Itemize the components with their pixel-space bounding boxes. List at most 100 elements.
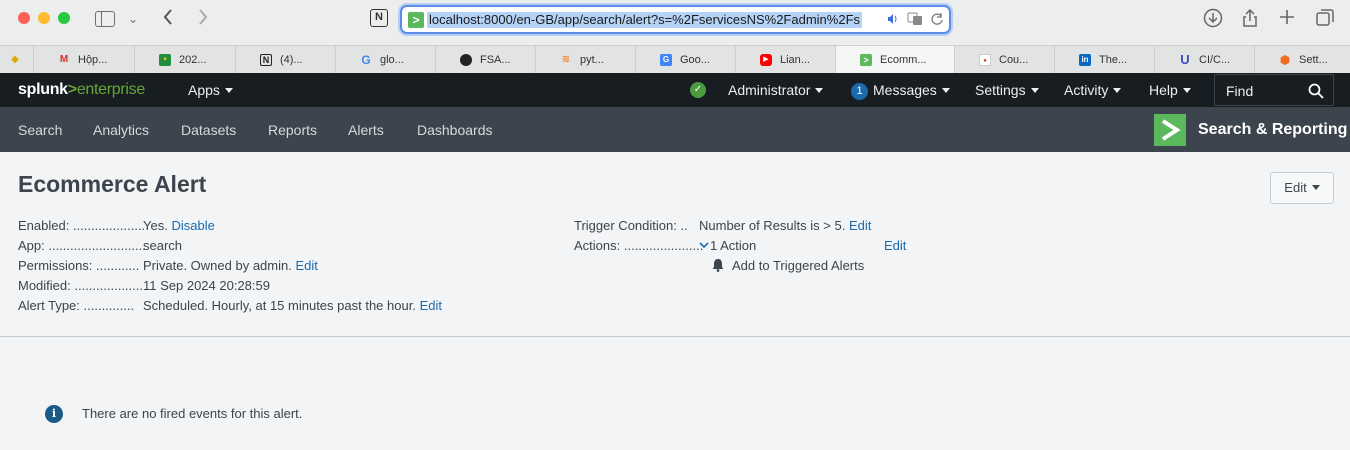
window-minimize-button[interactable] [38, 12, 50, 24]
gmail-icon: M [59, 54, 69, 65]
user-label: Administrator [728, 82, 811, 98]
edit-button-label: Edit [1284, 180, 1307, 195]
search-app-logo-icon[interactable] [1154, 114, 1186, 146]
browser-tab[interactable]: M Hộp... [33, 46, 134, 74]
action-item-triggered-alerts: Add to Triggered Alerts [732, 258, 865, 273]
user-menu[interactable]: Administrator [728, 82, 824, 98]
nav-datasets[interactable]: Datasets [181, 122, 236, 138]
back-icon[interactable] [158, 8, 178, 30]
nav-dashboards[interactable]: Dashboards [417, 122, 493, 138]
tab-label: FSA... [480, 54, 511, 66]
browser-tab[interactable]: U CI/C... [1154, 46, 1254, 74]
find-input[interactable]: Find [1214, 74, 1334, 106]
browser-tab[interactable]: ● Cou... [954, 46, 1054, 74]
nav-reports[interactable]: Reports [268, 122, 317, 138]
tab-label: Cou... [999, 54, 1029, 66]
messages-menu[interactable]: 1 Messages [851, 82, 950, 100]
activity-menu[interactable]: Activity [1064, 82, 1122, 98]
browser-tab[interactable]: FSA... [435, 46, 535, 74]
splunk-logo[interactable]: splunk>enterprise [18, 81, 145, 99]
app-label: App: ........................... [18, 238, 146, 253]
no-events-message: There are no fired events for this alert… [82, 406, 303, 421]
browser-toolbar: ⌄ N > localhost:8000/en-GB/app/search/al… [0, 0, 1350, 45]
help-label: Help [1149, 82, 1178, 98]
modified-label: Modified: ................... [18, 278, 143, 293]
edit-dropdown-button[interactable]: Edit [1270, 172, 1334, 204]
settings-menu[interactable]: Settings [975, 82, 1039, 98]
logo-splunk-text: splunk [18, 81, 68, 98]
browser-tab[interactable]: G glo... [335, 46, 435, 74]
notion-extension-icon[interactable]: N [370, 9, 388, 27]
udacity-icon: U [1180, 52, 1190, 67]
app-title[interactable]: Search & Reporting [1198, 121, 1347, 139]
url-text[interactable]: localhost:8000/en-GB/app/search/alert?s=… [427, 12, 863, 28]
disable-link[interactable]: Disable [171, 218, 214, 233]
actions-toggle[interactable]: 1 Action [710, 238, 756, 254]
caret-down-icon [224, 88, 233, 93]
nav-analytics[interactable]: Analytics [93, 122, 149, 138]
browser-tab[interactable]: in The... [1054, 46, 1154, 74]
trigger-condition-value: Number of Results is > 5. [699, 218, 846, 233]
downloads-icon[interactable] [1203, 8, 1223, 32]
nav-search[interactable]: Search [18, 122, 62, 138]
google-translate-icon: G [660, 54, 672, 66]
speaker-icon[interactable] [886, 12, 900, 29]
forward-icon[interactable] [193, 8, 213, 30]
course-icon: ● [979, 54, 991, 66]
browser-tab[interactable]: ⬢ Sett... [1254, 46, 1350, 74]
trigger-edit-link[interactable]: Edit [849, 218, 871, 233]
app-row: App: ........................... search [18, 238, 538, 254]
caret-down-icon [941, 88, 950, 93]
apps-menu[interactable]: Apps [188, 82, 233, 98]
share-icon[interactable] [1241, 8, 1259, 32]
splunk-icon: > [860, 54, 872, 66]
translate-icon[interactable] [907, 12, 923, 29]
tab-label: The... [1099, 54, 1128, 66]
find-placeholder: Find [1226, 83, 1254, 99]
caret-down-icon [1182, 88, 1191, 93]
section-divider [0, 336, 1350, 337]
search-icon[interactable] [1308, 83, 1324, 99]
page-title: Ecommerce Alert [18, 171, 207, 197]
help-menu[interactable]: Help [1149, 82, 1191, 98]
apps-label: Apps [188, 82, 220, 98]
pinned-tab-binance[interactable]: ◆ [0, 46, 33, 74]
health-ok-icon[interactable]: ✓ [690, 82, 706, 98]
actions-label: Actions: ...................... [574, 238, 704, 253]
new-tab-icon[interactable] [1278, 8, 1296, 30]
address-bar[interactable]: > localhost:8000/en-GB/app/search/alert?… [400, 5, 951, 34]
alert-type-row: Alert Type: .............. Scheduled. Ho… [18, 298, 538, 314]
browser-tab[interactable]: ▶ Lian... [735, 46, 835, 74]
app-value: search [143, 238, 183, 253]
browser-tab-active[interactable]: > Ecomm... [835, 46, 954, 74]
browser-tab[interactable]: G Goo... [635, 46, 735, 74]
stackoverflow-icon: ≋ [561, 54, 571, 65]
browser-tabs-bar: ◆ M Hộp... ▪ 202... N (4)... G glo... FS… [0, 45, 1350, 74]
tab-label: (4)... [280, 54, 303, 66]
permissions-value: Private. Owned by admin. [143, 258, 292, 273]
tab-label: 202... [179, 54, 207, 66]
browser-tab[interactable]: ≋ pyt... [535, 46, 635, 74]
chevron-down-icon[interactable]: ⌄ [128, 9, 138, 29]
reload-icon[interactable] [930, 12, 944, 29]
trigger-condition-row: Trigger Condition: .. Number of Results … [574, 218, 934, 234]
alert-type-edit-link[interactable]: Edit [420, 298, 442, 313]
browser-tab[interactable]: ▪ 202... [134, 46, 235, 74]
window-maximize-button[interactable] [58, 12, 70, 24]
youtube-icon: ▶ [760, 54, 772, 66]
tab-overview-icon[interactable] [1315, 8, 1335, 32]
logo-enterprise-text: enterprise [76, 81, 145, 98]
app-nav-bar: Search Analytics Datasets Reports Alerts… [0, 107, 1350, 152]
chevron-down-icon[interactable] [699, 240, 709, 250]
actions-edit-link[interactable]: Edit [884, 238, 906, 254]
sidebar-toggle-icon[interactable] [95, 11, 115, 27]
tab-label: CI/C... [1199, 54, 1231, 66]
binance-icon: ◆ [11, 54, 19, 65]
actions-row: Actions: ...................... 1 Action… [574, 238, 934, 254]
browser-tab[interactable]: N (4)... [235, 46, 335, 74]
permissions-edit-link[interactable]: Edit [295, 258, 317, 273]
nav-alerts[interactable]: Alerts [348, 122, 384, 138]
trigger-condition-label: Trigger Condition: .. [574, 218, 688, 233]
window-close-button[interactable] [18, 12, 30, 24]
info-icon: i [45, 405, 63, 423]
